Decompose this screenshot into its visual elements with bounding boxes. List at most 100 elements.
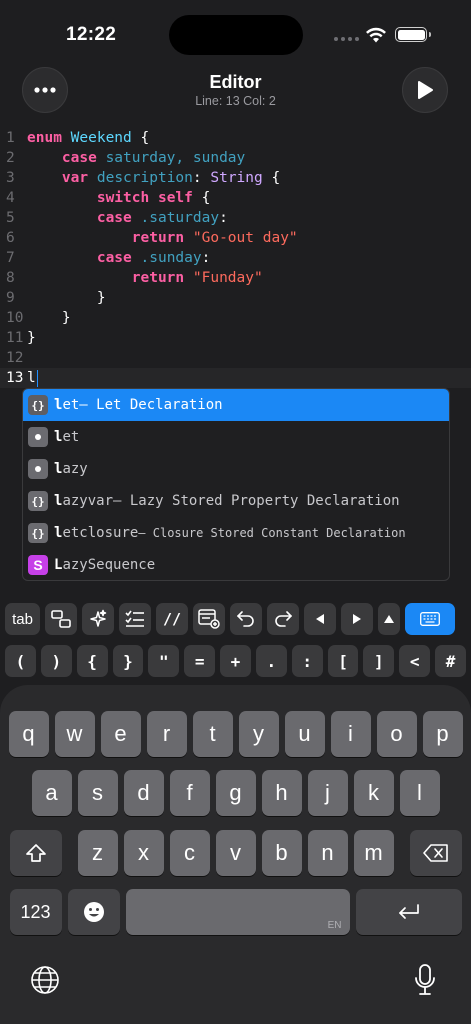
line-number: 2 bbox=[6, 150, 15, 166]
triangle-right-icon bbox=[353, 614, 361, 624]
key-u[interactable]: u bbox=[284, 711, 325, 757]
symbol-key[interactable]: # bbox=[435, 645, 466, 677]
string-token: "Funday" bbox=[192, 270, 263, 286]
suggestion-item[interactable]: l et bbox=[23, 421, 449, 453]
key-h[interactable]: h bbox=[261, 770, 302, 816]
checklist-icon bbox=[125, 610, 144, 627]
suggestion-item[interactable]: {} l et – Let Declaration bbox=[23, 389, 449, 421]
key-z[interactable]: z bbox=[77, 830, 118, 876]
format-button[interactable] bbox=[119, 603, 151, 635]
suggestion-text: azySequence bbox=[62, 557, 156, 573]
text-token: : bbox=[201, 250, 211, 266]
key-l[interactable]: l bbox=[399, 770, 440, 816]
line-number: 11 bbox=[6, 330, 24, 346]
suggestion-item[interactable]: l azy bbox=[23, 453, 449, 485]
undo-button[interactable] bbox=[230, 603, 262, 635]
key-e[interactable]: e bbox=[100, 711, 141, 757]
symbol-key[interactable]: ] bbox=[363, 645, 395, 677]
numbers-key[interactable]: 123 bbox=[9, 889, 62, 935]
globe-button[interactable] bbox=[30, 965, 60, 1000]
symbol-key[interactable]: < bbox=[399, 645, 431, 677]
key-k[interactable]: k bbox=[353, 770, 394, 816]
delete-key[interactable] bbox=[409, 830, 462, 876]
key-r[interactable]: r bbox=[146, 711, 187, 757]
microphone-icon bbox=[415, 964, 435, 995]
symbol-key[interactable]: " bbox=[148, 645, 180, 677]
dictation-button[interactable] bbox=[413, 963, 437, 1002]
suggestion-item[interactable]: {} l azyvar – Lazy Stored Property Declar… bbox=[23, 485, 449, 517]
suggestion-text: azyvar bbox=[62, 493, 114, 509]
emoji-key[interactable] bbox=[67, 889, 120, 935]
page-title: Editor bbox=[209, 72, 262, 92]
comment-button[interactable]: // bbox=[156, 603, 188, 635]
key-w[interactable]: w bbox=[54, 711, 95, 757]
select-block-button[interactable] bbox=[45, 603, 77, 635]
key-b[interactable]: b bbox=[261, 830, 302, 876]
suggestion-item[interactable]: {} l etclosure – Closure Stored Constant … bbox=[23, 517, 449, 549]
code-editor[interactable]: 1 enum Weekend { 2 case saturday, sunday … bbox=[0, 128, 471, 388]
battery-icon bbox=[395, 27, 431, 42]
symbol-key[interactable]: ( bbox=[5, 645, 36, 677]
space-bar[interactable]: EN bbox=[125, 889, 350, 935]
key-c[interactable]: c bbox=[169, 830, 210, 876]
suggestion-item[interactable]: S LazySequence bbox=[23, 549, 449, 580]
globe-icon bbox=[31, 966, 59, 994]
symbol-bar: ( ) { } " = + . : [ ] < # bbox=[5, 645, 466, 677]
symbol-key[interactable]: : bbox=[291, 645, 323, 677]
key-x[interactable]: x bbox=[123, 830, 164, 876]
struct-icon: S bbox=[28, 555, 48, 575]
keyword-token: case bbox=[96, 210, 132, 226]
key-y[interactable]: y bbox=[238, 711, 279, 757]
key-v[interactable]: v bbox=[215, 830, 256, 876]
code-line: 2 case saturday, sunday bbox=[0, 148, 471, 168]
key-a[interactable]: a bbox=[31, 770, 72, 816]
key-p[interactable]: p bbox=[422, 711, 463, 757]
text-token: { bbox=[262, 170, 281, 186]
ai-assist-button[interactable] bbox=[82, 603, 114, 635]
suggestion-description: – Let Declaration bbox=[79, 397, 223, 413]
shift-key[interactable] bbox=[9, 830, 62, 876]
code-line-current[interactable]: 13 l bbox=[0, 368, 471, 388]
symbol-key[interactable]: + bbox=[220, 645, 251, 677]
tab-key[interactable]: tab bbox=[5, 603, 40, 635]
suggestion-text: etclosure bbox=[62, 525, 139, 541]
cellular-signal-icon bbox=[334, 37, 359, 41]
key-q[interactable]: q bbox=[8, 711, 49, 757]
key-g[interactable]: g bbox=[215, 770, 256, 816]
identifier-token: saturday, sunday bbox=[105, 150, 246, 166]
symbol-key[interactable]: ) bbox=[40, 645, 72, 677]
key-d[interactable]: d bbox=[123, 770, 164, 816]
dismiss-keyboard-button[interactable] bbox=[405, 603, 455, 635]
match-text: l bbox=[54, 397, 63, 413]
cursor-right-button[interactable] bbox=[341, 603, 373, 635]
line-number: 8 bbox=[6, 270, 15, 286]
identifier-token: .sunday bbox=[140, 250, 202, 266]
return-key[interactable] bbox=[355, 889, 462, 935]
redo-button[interactable] bbox=[267, 603, 299, 635]
suggestion-description: – Closure Stored Constant Declaration bbox=[138, 526, 406, 540]
symbol-key[interactable]: . bbox=[255, 645, 287, 677]
match-text: l bbox=[54, 525, 63, 541]
keyword-token: return bbox=[131, 230, 185, 246]
run-button[interactable] bbox=[402, 67, 448, 113]
key-o[interactable]: o bbox=[376, 711, 417, 757]
symbol-key[interactable]: = bbox=[184, 645, 216, 677]
key-f[interactable]: f bbox=[169, 770, 210, 816]
cursor-up-button[interactable] bbox=[378, 603, 400, 635]
symbol-key[interactable]: [ bbox=[327, 645, 359, 677]
text-token: { bbox=[131, 130, 150, 146]
accessory-toolbar: tab // bbox=[5, 603, 466, 635]
key-t[interactable]: t bbox=[192, 711, 233, 757]
key-i[interactable]: i bbox=[330, 711, 371, 757]
key-n[interactable]: n bbox=[307, 830, 348, 876]
symbol-key[interactable]: } bbox=[112, 645, 144, 677]
key-m[interactable]: m bbox=[353, 830, 394, 876]
snippet-button[interactable] bbox=[193, 603, 225, 635]
symbol-key[interactable]: { bbox=[76, 645, 108, 677]
cursor-left-button[interactable] bbox=[304, 603, 336, 635]
dynamic-island bbox=[169, 15, 303, 55]
key-s[interactable]: s bbox=[77, 770, 118, 816]
autocomplete-popup: {} l et – Let Declaration l et l azy {} l az… bbox=[22, 388, 450, 581]
text-token: { bbox=[192, 190, 211, 206]
key-j[interactable]: j bbox=[307, 770, 348, 816]
